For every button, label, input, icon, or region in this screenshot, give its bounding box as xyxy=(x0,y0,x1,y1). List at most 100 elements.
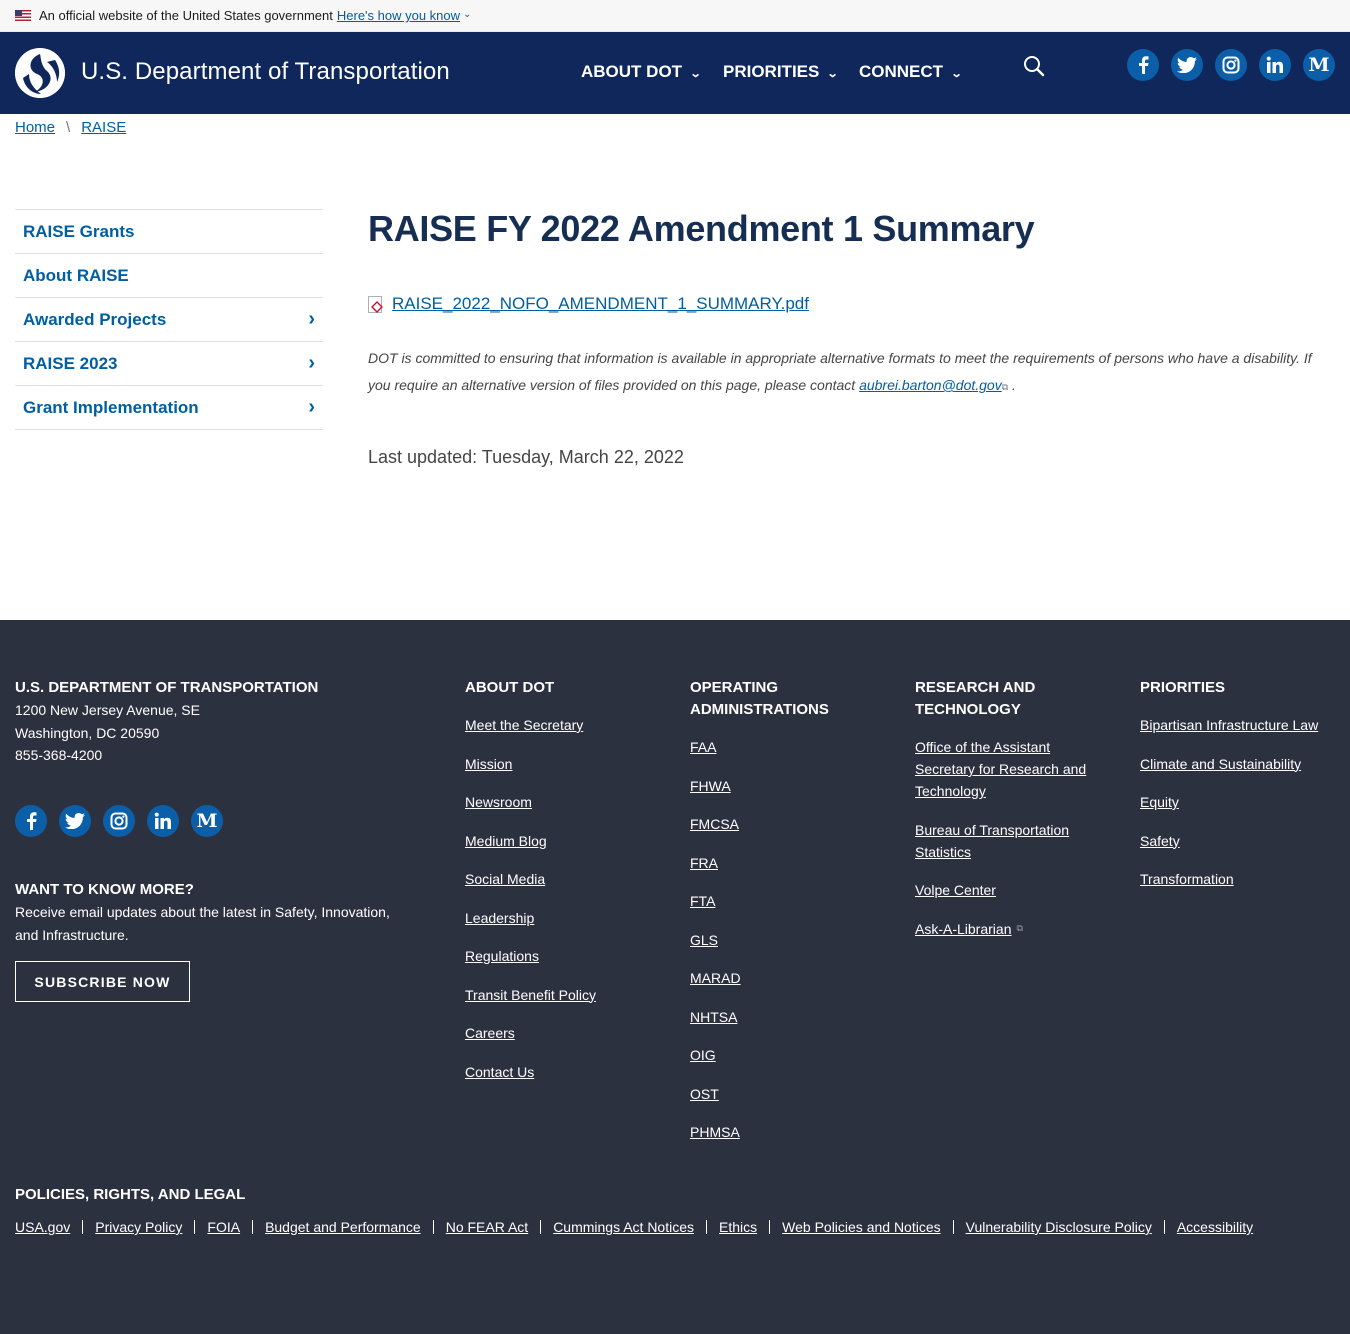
footer-link[interactable]: FTA xyxy=(690,890,890,912)
file-attachment: RAISE_2022_NOFO_AMENDMENT_1_SUMMARY.pdf xyxy=(368,294,809,314)
divider xyxy=(82,1220,84,1234)
external-link-icon: ⧉ xyxy=(1001,382,1009,392)
instagram-icon[interactable] xyxy=(1215,49,1247,81)
footer-link[interactable]: OST xyxy=(690,1083,890,1105)
divider xyxy=(769,1220,771,1234)
accessibility-notice: DOT is committed to ensuring that inform… xyxy=(368,345,1328,401)
footer-want-text: Receive email updates about the latest i… xyxy=(15,904,390,943)
footer-link[interactable]: OIG xyxy=(690,1044,890,1066)
twitter-icon[interactable] xyxy=(1171,49,1203,81)
policy-link[interactable]: Vulnerability Disclosure Policy xyxy=(966,1219,1152,1235)
footer-newsletter: WANT TO KNOW MORE? Receive email updates… xyxy=(15,879,415,946)
medium-icon[interactable]: M xyxy=(1303,49,1335,81)
breadcrumb-raise[interactable]: RAISE xyxy=(81,119,126,136)
sidebar-item-awarded-projects[interactable]: Awarded Projects › xyxy=(15,298,323,342)
footer-policy-links: USA.gov Privacy Policy FOIA Budget and P… xyxy=(15,1219,1253,1235)
footer-link[interactable]: Contact Us xyxy=(465,1061,665,1083)
footer-link[interactable]: GLS xyxy=(690,929,890,951)
external-link-icon: ⧉ xyxy=(1016,923,1023,933)
search-icon[interactable] xyxy=(1022,54,1046,78)
footer-link[interactable]: Volpe Center xyxy=(915,879,1115,901)
footer-link[interactable]: FAA xyxy=(690,736,890,758)
chevron-right-icon[interactable]: › xyxy=(308,308,315,331)
footer-link[interactable]: Transit Benefit Policy xyxy=(465,984,665,1006)
sidebar-item-about-raise[interactable]: About RAISE xyxy=(15,254,323,298)
twitter-icon[interactable] xyxy=(59,805,91,837)
footer-link[interactable]: Social Media xyxy=(465,868,665,890)
nav-priorities-label: PRIORITIES xyxy=(723,62,820,81)
footer-link[interactable]: Mission xyxy=(465,753,665,775)
linkedin-icon[interactable] xyxy=(147,805,179,837)
footer-link[interactable]: Ask-A-Librarian xyxy=(915,918,1011,940)
chevron-right-icon[interactable]: › xyxy=(308,352,315,375)
facebook-icon[interactable] xyxy=(1127,49,1159,81)
policy-link[interactable]: Budget and Performance xyxy=(265,1219,421,1235)
sidebar-item-grant-implementation[interactable]: Grant Implementation › xyxy=(15,386,323,430)
instagram-icon[interactable] xyxy=(103,805,135,837)
footer-link[interactable]: NHTSA xyxy=(690,1006,890,1028)
divider xyxy=(1163,1220,1165,1234)
subscribe-button[interactable]: SUBSCRIBE NOW xyxy=(15,961,190,1002)
footer-link[interactable]: Medium Blog xyxy=(465,830,665,852)
footer-link[interactable]: Careers xyxy=(465,1022,665,1044)
footer-link[interactable]: Equity xyxy=(1140,791,1345,813)
footer-about-column: ABOUT DOT Meet the Secretary Mission New… xyxy=(465,677,665,1083)
policy-link[interactable]: Accessibility xyxy=(1177,1219,1253,1235)
footer-link[interactable]: Leadership xyxy=(465,907,665,929)
linkedin-icon[interactable] xyxy=(1259,49,1291,81)
footer-link[interactable]: Regulations xyxy=(465,945,665,967)
site-footer: U.S. DEPARTMENT OF TRANSPORTATION 1200 N… xyxy=(0,620,1350,1334)
policy-link[interactable]: Privacy Policy xyxy=(95,1219,182,1235)
policy-link[interactable]: Ethics xyxy=(719,1219,757,1235)
policy-link[interactable]: No FEAR Act xyxy=(446,1219,528,1235)
dot-logo-icon[interactable] xyxy=(15,48,65,98)
footer-link[interactable]: Climate and Sustainability xyxy=(1140,753,1345,775)
notice-email-link[interactable]: aubrei.barton@dot.gov xyxy=(859,377,1002,393)
divider xyxy=(252,1220,254,1234)
chevron-down-icon: ⌄ xyxy=(950,67,963,80)
breadcrumb-separator: \ xyxy=(66,119,71,136)
footer-address-line1: 1200 New Jersey Avenue, SE xyxy=(15,702,200,718)
footer-link[interactable]: Bureau of Transportation Statistics xyxy=(915,819,1100,863)
heres-how-you-know-link[interactable]: Here's how you know xyxy=(337,8,460,23)
footer-link[interactable]: Meet the Secretary xyxy=(465,714,665,736)
sidebar-item-raise-grants[interactable]: RAISE Grants xyxy=(15,210,323,254)
footer-ops-column: OPERATING ADMINISTRATIONS FAA FHWA FMCSA… xyxy=(690,677,890,1143)
footer-contact: U.S. DEPARTMENT OF TRANSPORTATION 1200 N… xyxy=(15,677,415,767)
policy-link[interactable]: USA.gov xyxy=(15,1219,70,1235)
chevron-down-icon[interactable]: ⌄ xyxy=(463,9,471,20)
header-social-links: M xyxy=(1127,49,1335,81)
divider xyxy=(540,1220,542,1234)
gov-banner-text: An official website of the United States… xyxy=(39,8,333,23)
page-title: RAISE FY 2022 Amendment 1 Summary xyxy=(368,208,1035,249)
pdf-download-link[interactable]: RAISE_2022_NOFO_AMENDMENT_1_SUMMARY.pdf xyxy=(392,294,809,314)
footer-link[interactable]: MARAD xyxy=(690,967,890,989)
medium-icon[interactable]: M xyxy=(191,805,223,837)
nav-connect[interactable]: CONNECT ⌄ xyxy=(859,62,963,82)
policy-link[interactable]: FOIA xyxy=(207,1219,240,1235)
footer-link[interactable]: Safety xyxy=(1140,830,1345,852)
breadcrumb-home[interactable]: Home xyxy=(15,119,55,136)
policy-link[interactable]: Cummings Act Notices xyxy=(553,1219,694,1235)
footer-about-heading: ABOUT DOT xyxy=(465,679,555,696)
footer-link[interactable]: FMCSA xyxy=(690,813,890,835)
policy-link[interactable]: Web Policies and Notices xyxy=(782,1219,940,1235)
footer-link[interactable]: Transformation xyxy=(1140,868,1345,890)
footer-link[interactable]: FHWA xyxy=(690,775,890,797)
nav-about-dot[interactable]: ABOUT DOT ⌄ xyxy=(581,62,702,82)
footer-phone: 855-368-4200 xyxy=(15,747,103,763)
footer-link[interactable]: Bipartisan Infrastructure Law xyxy=(1140,714,1345,736)
nav-priorities[interactable]: PRIORITIES ⌄ xyxy=(723,62,839,82)
footer-link[interactable]: PHMSA xyxy=(690,1121,890,1143)
footer-link[interactable]: Office of the Assistant Secretary for Re… xyxy=(915,736,1100,802)
sidebar-item-raise-2023[interactable]: RAISE 2023 › xyxy=(15,342,323,386)
chevron-right-icon[interactable]: › xyxy=(308,396,315,419)
site-name[interactable]: U.S. Department of Transportation xyxy=(81,58,450,86)
footer-link[interactable]: FRA xyxy=(690,852,890,874)
chevron-down-icon: ⌄ xyxy=(826,67,839,80)
facebook-icon[interactable] xyxy=(15,805,47,837)
pdf-file-icon xyxy=(368,295,382,313)
footer-link[interactable]: Newsroom xyxy=(465,791,665,813)
divider xyxy=(194,1220,196,1234)
breadcrumb: Home \ RAISE xyxy=(15,119,126,136)
